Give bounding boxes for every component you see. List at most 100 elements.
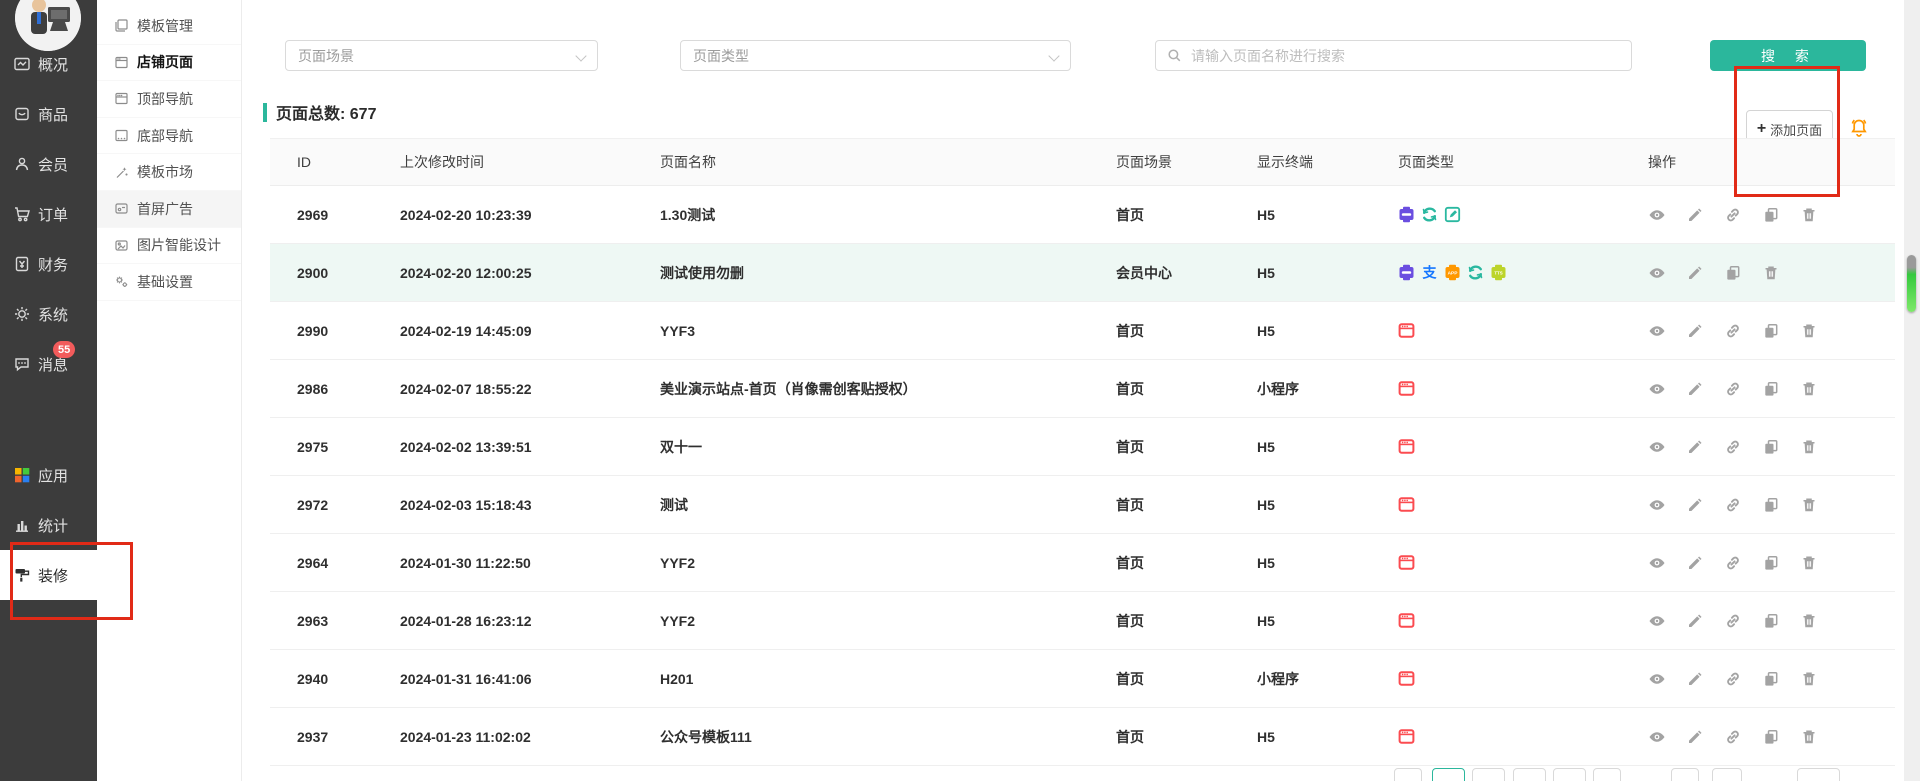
edit-pencil-icon[interactable] xyxy=(1686,438,1704,456)
link-icon[interactable] xyxy=(1724,728,1742,746)
view-eye-icon[interactable] xyxy=(1648,496,1666,514)
trash-icon[interactable] xyxy=(1800,612,1818,630)
pagination-next-button[interactable] xyxy=(1797,768,1840,781)
table-body: 2969 2024-02-20 10:23:39 1.30测试 首页 H5 2900 202… xyxy=(270,186,1895,766)
copy-icon[interactable] xyxy=(1762,322,1780,340)
trash-icon[interactable] xyxy=(1800,380,1818,398)
edit-pencil-icon[interactable] xyxy=(1686,322,1704,340)
view-eye-icon[interactable] xyxy=(1648,322,1666,340)
col-header-actions: 操作 xyxy=(1648,154,1676,170)
scrollbar-thumb[interactable] xyxy=(1907,255,1916,312)
copy-icon[interactable] xyxy=(1762,670,1780,688)
trash-icon[interactable] xyxy=(1800,728,1818,746)
sidebar-item-orders[interactable]: 订单 xyxy=(0,189,97,239)
link-icon[interactable] xyxy=(1724,496,1742,514)
submenu-item-bottom-nav[interactable]: 底部导航 xyxy=(97,118,241,155)
copy-icon[interactable] xyxy=(1762,438,1780,456)
search-button[interactable]: 搜 索 xyxy=(1710,40,1866,71)
cell-page-id: 2900 xyxy=(297,264,329,281)
view-eye-icon[interactable] xyxy=(1648,728,1666,746)
pagination-page-button[interactable] xyxy=(1513,768,1546,781)
view-eye-icon[interactable] xyxy=(1648,670,1666,688)
pagination-page-button[interactable] xyxy=(1472,768,1505,781)
edit-pencil-icon[interactable] xyxy=(1686,670,1704,688)
link-icon[interactable] xyxy=(1724,322,1742,340)
cell-modified-time: 2024-01-31 16:41:06 xyxy=(400,670,532,687)
sidebar-item-finance[interactable]: 财务 xyxy=(0,239,97,289)
sidebar-item-decoration[interactable]: 装修 xyxy=(0,550,97,600)
sidebar-item-apps[interactable]: 应用 xyxy=(0,450,97,500)
trash-icon[interactable] xyxy=(1800,438,1818,456)
page-total-summary: 页面总数: 677 xyxy=(263,100,376,124)
page-type-select[interactable]: 页面类型 xyxy=(680,40,1071,71)
copy-icon[interactable] xyxy=(1762,496,1780,514)
magic-wand-icon xyxy=(114,165,129,180)
link-icon[interactable] xyxy=(1724,612,1742,630)
edit-pencil-icon[interactable] xyxy=(1686,554,1704,572)
cell-page-types xyxy=(1398,708,1415,765)
sidebar-item-members[interactable]: 会员 xyxy=(0,139,97,189)
pagination-prev-button[interactable] xyxy=(1394,768,1422,781)
view-eye-icon[interactable] xyxy=(1648,554,1666,572)
trash-icon[interactable] xyxy=(1800,206,1818,224)
link-icon[interactable] xyxy=(1724,206,1742,224)
sidebar-item-stats[interactable]: 统计 xyxy=(0,500,97,550)
view-eye-icon[interactable] xyxy=(1648,612,1666,630)
edit-pencil-icon[interactable] xyxy=(1686,496,1704,514)
search-input[interactable] xyxy=(1189,46,1620,65)
edit-pencil-icon[interactable] xyxy=(1686,728,1704,746)
trash-icon[interactable] xyxy=(1800,496,1818,514)
link-icon[interactable] xyxy=(1724,438,1742,456)
edit-pencil-icon[interactable] xyxy=(1686,612,1704,630)
trash-icon[interactable] xyxy=(1800,322,1818,340)
sidebar-item-label: 装修 xyxy=(38,567,69,585)
link-icon[interactable] xyxy=(1724,380,1742,398)
edit-pencil-icon[interactable] xyxy=(1686,206,1704,224)
page-type-window-red-icon xyxy=(1398,380,1415,397)
pagination-page-button[interactable] xyxy=(1593,768,1621,781)
view-eye-icon[interactable] xyxy=(1648,264,1666,282)
page-type-mini-purple-icon xyxy=(1398,206,1415,223)
trash-icon[interactable] xyxy=(1800,670,1818,688)
page-scene-select[interactable]: 页面场景 xyxy=(285,40,598,71)
copy-icon[interactable] xyxy=(1762,612,1780,630)
link-icon[interactable] xyxy=(1724,670,1742,688)
copy-icon[interactable] xyxy=(1762,728,1780,746)
view-eye-icon[interactable] xyxy=(1648,206,1666,224)
cell-page-name: H201 xyxy=(660,670,694,687)
submenu-item-image-smart-design[interactable]: 图片智能设计 xyxy=(97,228,241,265)
sidebar-item-goods[interactable]: 商品 xyxy=(0,89,97,139)
sidebar-item-system[interactable]: 系统 xyxy=(0,289,97,339)
edit-pencil-icon[interactable] xyxy=(1686,264,1704,282)
pagination-page-button[interactable] xyxy=(1671,768,1699,781)
pagination-page-button-active[interactable] xyxy=(1432,768,1465,781)
link-icon[interactable] xyxy=(1724,554,1742,572)
bell-icon[interactable] xyxy=(1847,116,1871,140)
cell-page-name: 测试使用勿删 xyxy=(660,264,744,281)
copy-icon[interactable] xyxy=(1762,554,1780,572)
svg-text:APP: APP xyxy=(1448,270,1459,276)
trash-icon[interactable] xyxy=(1762,264,1780,282)
submenu-item-first-screen-ad[interactable]: 首屏广告 xyxy=(97,190,241,228)
copy-icon[interactable] xyxy=(1724,264,1742,282)
pagination-page-button[interactable] xyxy=(1553,768,1586,781)
cell-page-scene: 首页 xyxy=(1116,206,1144,223)
edit-pencil-icon[interactable] xyxy=(1686,380,1704,398)
submenu-item-shop-pages[interactable]: 店铺页面 xyxy=(97,45,241,82)
sidebar-item-label: 商品 xyxy=(38,106,69,124)
pagination-page-button[interactable] xyxy=(1712,768,1742,781)
submenu-item-label: 图片智能设计 xyxy=(137,237,221,254)
copy-icon[interactable] xyxy=(1762,206,1780,224)
sidebar-item-messages[interactable]: 消息 55 xyxy=(0,339,97,389)
copy-icon[interactable] xyxy=(1762,380,1780,398)
submenu-item-basic-settings[interactable]: 基础设置 xyxy=(97,264,241,301)
submenu-item-template-market[interactable]: 模板市场 xyxy=(97,154,241,191)
view-eye-icon[interactable] xyxy=(1648,438,1666,456)
view-eye-icon[interactable] xyxy=(1648,380,1666,398)
col-header-terminal: 显示终端 xyxy=(1257,154,1313,170)
col-header-pagetype: 页面类型 xyxy=(1398,154,1454,170)
submenu-item-top-nav[interactable]: 顶部导航 xyxy=(97,81,241,118)
trash-icon[interactable] xyxy=(1800,554,1818,572)
sidebar-item-overview[interactable]: 概况 xyxy=(0,39,97,89)
submenu-item-template-manage[interactable]: 模板管理 xyxy=(97,8,241,45)
